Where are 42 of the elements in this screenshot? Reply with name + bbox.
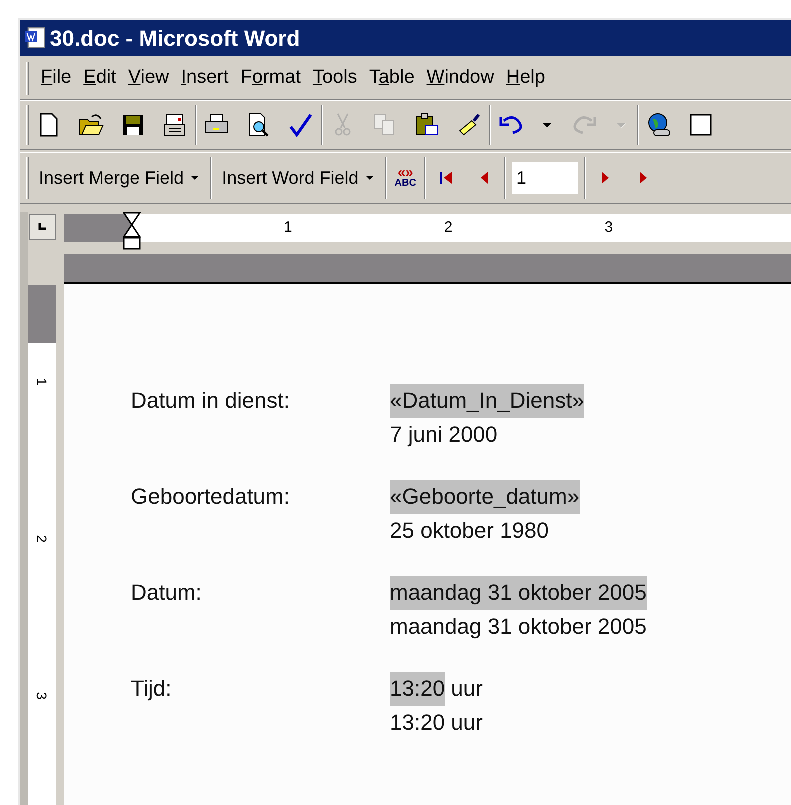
document-icon[interactable]: [24, 27, 46, 49]
field-value: 7 juni 2000: [390, 421, 499, 449]
menu-item[interactable]: Table: [363, 64, 421, 93]
merge-field: maandag 31 oktober 2005: [390, 576, 647, 610]
caret-icon: [364, 173, 375, 183]
field-value: maandag 31 oktober 2005: [390, 613, 647, 641]
ruler-number: 3: [35, 692, 49, 700]
menu-item[interactable]: Window: [420, 64, 500, 93]
window-title: 30.doc - Microsoft Word: [50, 24, 300, 52]
first-record-icon[interactable]: [438, 170, 454, 186]
menu-item[interactable]: View: [122, 64, 176, 93]
menu-item[interactable]: File: [35, 64, 78, 93]
merge-field: «Datum_In_Dienst»: [390, 384, 584, 418]
view-merged-data-button[interactable]: «» ABC: [392, 167, 418, 189]
ruler-number: 1: [35, 378, 49, 386]
field-label: Datum in dienst:: [131, 387, 291, 415]
ruler-margin: [28, 285, 56, 343]
field-label: Datum:: [131, 579, 203, 607]
menu-item[interactable]: Help: [500, 64, 552, 93]
record-number-field[interactable]: 1: [512, 162, 578, 194]
insert-word-field-button[interactable]: Insert Word Field: [218, 164, 379, 192]
merge-field: «Geboorte_datum»: [390, 480, 580, 514]
checkmark-icon[interactable]: [287, 111, 315, 139]
insert-merge-field-button[interactable]: Insert Merge Field: [35, 164, 204, 192]
tab-selector[interactable]: [28, 214, 56, 240]
menu-item[interactable]: Tools: [306, 64, 364, 93]
ruler-number: 2: [444, 218, 453, 238]
menu-item[interactable]: Format: [234, 64, 307, 93]
field-value: 25 oktober 1980: [390, 517, 550, 545]
ruler-number: 1: [284, 218, 292, 238]
field-value: 13:20 uur: [390, 709, 483, 737]
merge-field: 13:20: [390, 672, 446, 706]
ruler-number: 2: [35, 535, 49, 543]
left-tab-icon: [37, 222, 47, 232]
menu-item[interactable]: Edit: [78, 64, 122, 93]
ruler-number: 3: [604, 218, 614, 238]
menu-item[interactable]: Insert: [175, 64, 235, 93]
indent-marker[interactable]: [123, 212, 141, 250]
field-label: Tijd:: [131, 675, 173, 703]
field-text: uur: [450, 675, 483, 703]
field-label: Geboortedatum:: [131, 483, 291, 511]
caret-icon: [190, 173, 200, 183]
